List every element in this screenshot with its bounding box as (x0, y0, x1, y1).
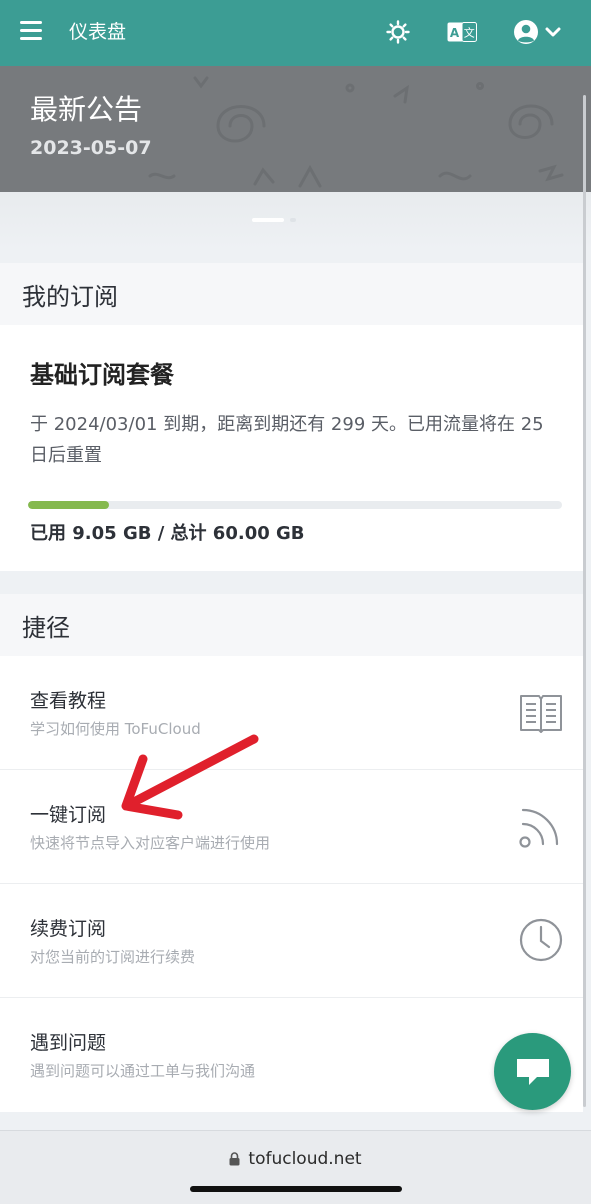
user-menu[interactable] (513, 17, 571, 47)
chat-support-button[interactable] (494, 1033, 571, 1110)
usage-progress-bar (28, 501, 562, 509)
banner-pattern (148, 76, 564, 188)
shortcut-title: 续费订阅 (30, 918, 107, 940)
carousel-dot[interactable] (290, 218, 296, 222)
announcement-banner[interactable]: 最新公告 2023-05-07 (0, 66, 591, 192)
carousel-dot-active[interactable] (252, 218, 284, 222)
url-text: tofucloud.net (248, 1149, 362, 1169)
announcement-title: 最新公告 (30, 93, 143, 126)
usage-progress-fill (28, 501, 109, 509)
svg-text:文: 文 (464, 26, 475, 40)
top-bar: 仪表盘 A 文 (0, 0, 591, 66)
shortcut-one-click-subscribe[interactable]: 一键订阅 快速将节点导入对应客户端进行使用 (0, 770, 583, 884)
lock-icon (229, 1152, 240, 1166)
shortcuts-card: 捷径 查看教程 学习如何使用 ToFuCloud 一键订阅 快速将节点导入对应客… (0, 594, 583, 1112)
chevron-down-icon (545, 27, 561, 37)
announcement-date: 2023-05-07 (30, 137, 152, 159)
svg-text:A: A (450, 26, 460, 40)
shortcut-title: 遇到问题 (30, 1032, 107, 1054)
shortcut-description: 学习如何使用 ToFuCloud (30, 720, 201, 738)
clock-icon (519, 918, 563, 962)
shortcut-description: 快速将节点导入对应客户端进行使用 (30, 834, 271, 852)
rss-icon (519, 808, 559, 848)
usage-text: 已用 9.05 GB / 总计 60.00 GB (30, 523, 305, 544)
shortcuts-header: 捷径 (0, 594, 583, 656)
translate-icon[interactable]: A 文 (445, 17, 479, 47)
shortcut-renew[interactable]: 续费订阅 对您当前的订阅进行续费 (0, 884, 583, 998)
book-icon (520, 695, 562, 733)
plan-name: 基础订阅套餐 (30, 361, 174, 389)
plan-description: 于 2024/03/01 到期，距离到期还有 299 天。已用流量将在 25 日… (30, 414, 544, 466)
scrollbar[interactable] (583, 95, 586, 1107)
subscription-header: 我的订阅 (0, 263, 583, 325)
menu-icon[interactable] (20, 21, 42, 41)
shortcut-description: 对您当前的订阅进行续费 (30, 948, 196, 966)
user-icon (514, 20, 538, 44)
subscription-body: 基础订阅套餐 于 2024/03/01 到期，距离到期还有 299 天。已用流量… (0, 325, 583, 571)
shortcut-support[interactable]: 遇到问题 遇到问题可以通过工单与我们沟通 (0, 998, 583, 1112)
shortcut-title: 查看教程 (30, 690, 107, 712)
shortcut-description: 遇到问题可以通过工单与我们沟通 (30, 1062, 256, 1080)
chat-icon (516, 1058, 549, 1085)
shortcut-title: 一键订阅 (30, 804, 107, 826)
address-bar[interactable]: tofucloud.net (0, 1149, 591, 1169)
subscription-card: 我的订阅 基础订阅套餐 于 2024/03/01 到期，距离到期还有 299 天… (0, 263, 583, 571)
home-indicator[interactable] (190, 1186, 402, 1192)
browser-bar: tofucloud.net (0, 1130, 591, 1204)
page-title: 仪表盘 (69, 21, 127, 43)
sun-icon[interactable] (381, 17, 415, 47)
shortcut-tutorial[interactable]: 查看教程 学习如何使用 ToFuCloud (0, 656, 583, 770)
